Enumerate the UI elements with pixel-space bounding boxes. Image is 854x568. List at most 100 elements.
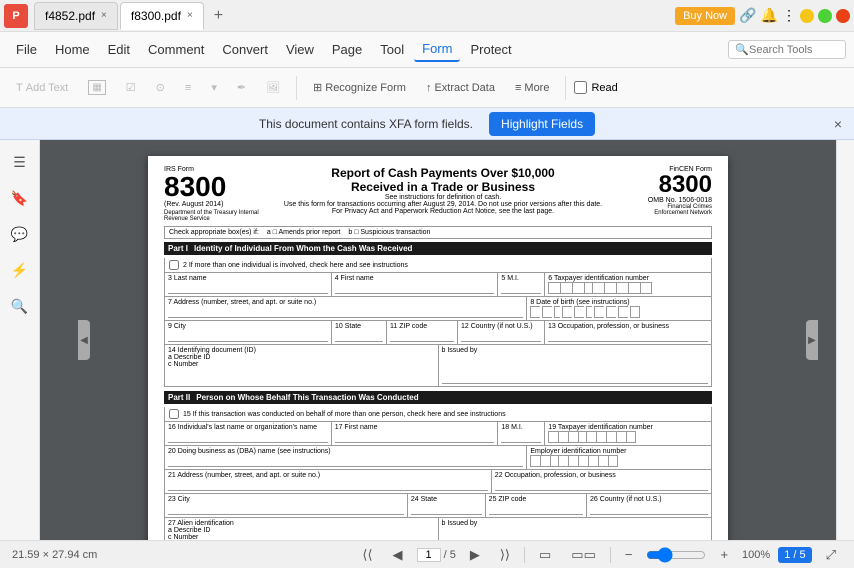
fincen-address: Financial CrimesEnforcement Network xyxy=(612,204,712,216)
page-size-label: 21.59 × 27.94 cm xyxy=(12,549,97,561)
row-16-19: 16 Individual's last name or organizatio… xyxy=(164,422,712,446)
field21-cell: 21 Address (number, street, and apt. or … xyxy=(165,470,492,493)
field27-cell: 27 Alien identification a Describe ID c … xyxy=(165,518,439,540)
sidebar-comment-icon[interactable]: 💬 xyxy=(6,220,34,248)
notification-text: This document contains XFA form fields. xyxy=(259,117,473,131)
add-tab-button[interactable]: + xyxy=(206,3,231,29)
double-page-button[interactable]: ▭▭ xyxy=(565,545,602,565)
menu-convert[interactable]: Convert xyxy=(214,38,276,61)
amends-checkbox: a □ Amends prior report xyxy=(267,229,340,236)
pdf-viewer[interactable]: ◀ IRS Form 8300 (Rev. August 2014) Depar… xyxy=(40,140,836,540)
field5-input[interactable] xyxy=(501,282,541,294)
form-title3: See instructions for definition of cash. xyxy=(282,194,604,201)
sidebar-search-icon[interactable]: 🔍 xyxy=(6,292,34,320)
menu-icon[interactable]: ⋮ xyxy=(782,7,796,24)
highlight-fields-button[interactable]: Highlight Fields xyxy=(489,112,595,136)
tab-f4852[interactable]: f4852.pdf × xyxy=(34,2,118,30)
field7-input[interactable] xyxy=(168,306,523,318)
title-bar: P f4852.pdf × f8300.pdf × + Buy Now 🔗 🔔 … xyxy=(0,0,854,32)
zoom-out-button[interactable]: − xyxy=(619,545,639,564)
image-button[interactable]: 🖼 xyxy=(258,78,288,97)
recognize-form-button[interactable]: ⊞ Recognize Form xyxy=(305,78,414,97)
close-button[interactable] xyxy=(836,9,850,23)
page-number-input[interactable] xyxy=(417,548,441,562)
menu-protect[interactable]: Protect xyxy=(462,38,519,61)
radio-button[interactable]: ⊙ xyxy=(148,78,173,97)
pdf-page: IRS Form 8300 (Rev. August 2014) Departm… xyxy=(148,156,728,540)
field17-cell: 17 First name xyxy=(332,422,499,445)
menu-view[interactable]: View xyxy=(278,38,322,61)
field3-cell: 3 Last name xyxy=(165,273,332,296)
list-button[interactable]: ≡ xyxy=(177,79,199,97)
last-page-button[interactable]: ⟩⟩ xyxy=(494,545,516,565)
menu-edit[interactable]: Edit xyxy=(100,38,138,61)
sidebar-pages-icon[interactable]: ☰ xyxy=(6,148,34,176)
share-icon[interactable]: 🔗 xyxy=(739,7,756,24)
notification-icon[interactable]: 🔔 xyxy=(761,7,778,24)
form-title-center: Report of Cash Payments Over $10,000 Rec… xyxy=(274,166,612,215)
tab-f8300[interactable]: f8300.pdf × xyxy=(120,2,204,30)
field9-cell: 9 City xyxy=(165,321,332,344)
field12-cell: 12 Country (if not U.S.) xyxy=(458,321,545,344)
field4-input[interactable] xyxy=(335,282,495,294)
form-right: FinCEN Form 8300 OMB No. 1506-0018 Finan… xyxy=(612,166,712,216)
left-panel-collapse[interactable]: ◀ xyxy=(78,320,90,360)
more-button[interactable]: ≡ More xyxy=(507,79,557,97)
first-page-button[interactable]: ⟨⟨ xyxy=(356,545,378,565)
next-page-button[interactable]: ▶ xyxy=(464,545,486,565)
add-text-button[interactable]: T Add Text xyxy=(8,79,76,97)
menu-page[interactable]: Page xyxy=(324,38,370,61)
menu-home[interactable]: Home xyxy=(47,38,98,61)
tab-f8300-label: f8300.pdf xyxy=(131,9,181,23)
maximize-button[interactable] xyxy=(818,9,832,23)
dept-text: Department of the Treasury Internal Reve… xyxy=(164,210,274,222)
field15-checkbox[interactable] xyxy=(169,409,179,419)
notification-close-button[interactable]: × xyxy=(834,116,842,132)
field15-row: 15 If this transaction was conducted on … xyxy=(164,407,712,422)
single-page-button[interactable]: ▭ xyxy=(533,545,557,565)
zoom-in-button[interactable]: + xyxy=(714,545,734,564)
dropdown-button[interactable]: ▾ xyxy=(203,78,225,97)
form-number-left: 8300 xyxy=(164,173,274,201)
irs-left: IRS Form 8300 (Rev. August 2014) Departm… xyxy=(164,166,274,222)
sidebar-tools-icon[interactable]: ⚡ xyxy=(6,256,34,284)
part2-title: Person on Whose Behalf This Transaction … xyxy=(196,393,418,402)
menu-tool[interactable]: Tool xyxy=(372,38,412,61)
field13-label: 13 Occupation, profession, or business xyxy=(548,323,708,330)
field2-checkbox[interactable] xyxy=(169,260,179,270)
menu-file[interactable]: File xyxy=(8,38,45,61)
menu-form[interactable]: Form xyxy=(414,37,460,62)
field26-cell: 26 Country (if not U.S.) xyxy=(587,494,711,517)
menu-comment[interactable]: Comment xyxy=(140,38,212,61)
field8-grid xyxy=(530,306,708,318)
field6-cell: 6 Taxpayer identification number xyxy=(545,273,711,296)
zoom-slider[interactable] xyxy=(646,547,706,563)
tab-f8300-close[interactable]: × xyxy=(187,10,193,21)
checkbox-button[interactable]: ☑ xyxy=(118,78,144,97)
field3-input[interactable] xyxy=(168,282,328,294)
read-checkbox-label[interactable]: Read xyxy=(574,81,617,94)
fullscreen-button[interactable]: ⤢ xyxy=(820,545,842,565)
right-panel-collapse[interactable]: ▶ xyxy=(806,320,818,360)
row-23-26: 23 City 24 State 25 ZIP code 26 Country … xyxy=(164,494,712,518)
checkboxes-row: Check appropriate box(es) if: a □ Amends… xyxy=(164,226,712,239)
minimize-button[interactable] xyxy=(800,9,814,23)
buy-now-button[interactable]: Buy Now xyxy=(675,7,735,25)
read-checkbox[interactable] xyxy=(574,81,587,94)
field2-label: 2 If more than one individual is involve… xyxy=(183,262,408,269)
zoom-level-label: 100% xyxy=(742,549,770,561)
part1-label: Part I xyxy=(168,244,188,253)
prev-page-button[interactable]: ◀ xyxy=(387,545,409,565)
field-button[interactable]: ▦ xyxy=(80,77,113,98)
field11-cell: 11 ZIP code xyxy=(387,321,458,344)
field22-cell: 22 Occupation, profession, or business xyxy=(492,470,711,493)
field19-cell: 19 Taxpayer identification number xyxy=(545,422,711,445)
search-tools-input[interactable] xyxy=(749,44,839,56)
main-layout: ☰ 🔖 💬 ⚡ 🔍 ◀ IRS Form 8300 (Rev. August 2… xyxy=(0,140,854,540)
form-header: IRS Form 8300 (Rev. August 2014) Departm… xyxy=(164,166,712,222)
tab-f4852-close[interactable]: × xyxy=(101,10,107,21)
extract-data-button[interactable]: ↑ Extract Data xyxy=(418,79,503,97)
search-tools-box[interactable]: 🔍 xyxy=(728,40,846,59)
sign-button[interactable]: ✒ xyxy=(229,78,254,97)
sidebar-bookmark-icon[interactable]: 🔖 xyxy=(6,184,34,212)
